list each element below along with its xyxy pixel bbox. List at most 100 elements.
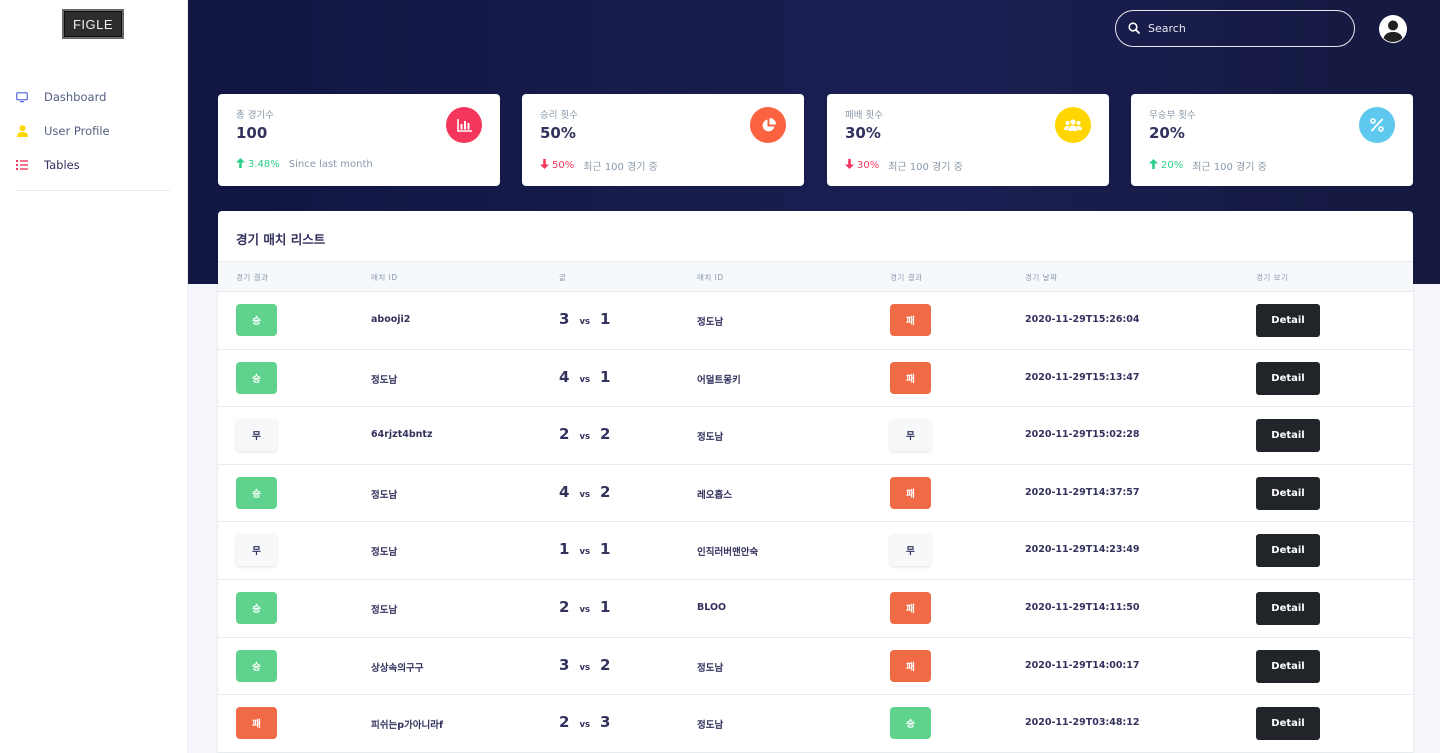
result-badge: 승 bbox=[236, 361, 277, 394]
sidebar-item-tables[interactable]: Tables bbox=[0, 148, 188, 182]
column-header: 매치 ID bbox=[371, 273, 398, 282]
result-badge: 승 bbox=[236, 649, 277, 682]
percent-icon bbox=[1359, 107, 1395, 143]
search-icon bbox=[1128, 19, 1140, 38]
goals-home: 4 bbox=[559, 367, 570, 386]
sidebar-item-label: User Profile bbox=[44, 124, 110, 138]
player-id: 피쉬는p가아니라f bbox=[371, 720, 444, 732]
detail-button[interactable]: Detail bbox=[1256, 304, 1320, 337]
stat-card-total-matches: 총 경기수 100 3.48% Since last month bbox=[218, 94, 500, 186]
sidebar-item-user-profile[interactable]: User Profile bbox=[0, 114, 188, 148]
detail-button[interactable]: Detail bbox=[1256, 476, 1320, 510]
detail-button[interactable]: Detail bbox=[1256, 649, 1320, 683]
arrow-up-icon bbox=[1149, 159, 1158, 172]
player-id: 상상속의구구 bbox=[371, 662, 424, 674]
match-date: 2020-11-29T15:02:28 bbox=[1025, 429, 1140, 441]
stat-title: 승리 횟수 bbox=[540, 110, 578, 121]
goals-away: 2 bbox=[600, 482, 611, 501]
table-row: 승 정도남 4 vs 2 레오홉스 패 2020-11-29T14:37:57 Detail bbox=[218, 465, 1413, 523]
goals-away: 2 bbox=[600, 425, 611, 444]
detail-button[interactable]: Detail bbox=[1256, 361, 1320, 395]
detail-button[interactable]: Detail bbox=[1256, 534, 1320, 568]
goals-away: 1 bbox=[600, 540, 611, 559]
goals-home: 3 bbox=[559, 655, 570, 674]
logo[interactable]: FIGLE bbox=[62, 9, 124, 39]
opponent-id: 정도남 bbox=[697, 317, 724, 328]
result-badge: 패 bbox=[236, 707, 277, 740]
match-table-card: 경기 매치 리스트 경기 결과 매치 ID 골 매치 ID 경기 결과 경기 날… bbox=[218, 211, 1413, 753]
goals-away: 1 bbox=[600, 310, 611, 328]
detail-button[interactable]: Detail bbox=[1256, 592, 1320, 625]
match-date: 2020-11-29T15:13:47 bbox=[1025, 371, 1140, 383]
goals-away: 3 bbox=[600, 713, 611, 732]
table-row: 승 abooji2 3 vs 1 정도남 패 2020-11-29T15:26:04 Detai… bbox=[218, 292, 1413, 350]
result-badge: 승 bbox=[236, 476, 277, 509]
goals-home: 3 bbox=[559, 310, 570, 328]
goals-home: 4 bbox=[559, 482, 570, 501]
player-id: 정도남 bbox=[371, 489, 398, 501]
column-header: 경기 날짜 bbox=[1025, 273, 1058, 282]
goals-home: 2 bbox=[559, 598, 570, 616]
vs-label: vs bbox=[579, 662, 591, 673]
result-badge: 무 bbox=[890, 419, 931, 452]
stat-note: 최근 100 경기 중 bbox=[1192, 162, 1267, 173]
user-avatar-icon bbox=[1380, 16, 1406, 42]
match-date: 2020-11-29T14:11:50 bbox=[1025, 602, 1140, 613]
result-badge: 무 bbox=[236, 419, 277, 452]
monitor-icon bbox=[16, 91, 28, 103]
stat-card-draws: 무승부 횟수 20% 20% 최근 100 경기 중 bbox=[1131, 94, 1413, 186]
stat-card-losses: 패배 횟수 30% 30% 최근 100 경기 중 bbox=[827, 94, 1109, 186]
detail-button[interactable]: Detail bbox=[1256, 419, 1320, 453]
vs-label: vs bbox=[579, 489, 591, 500]
sidebar-item-label: Dashboard bbox=[44, 90, 107, 104]
stat-value: 30% bbox=[845, 124, 881, 142]
goals-home: 2 bbox=[559, 713, 570, 732]
opponent-id: 어덜트몽키 bbox=[697, 374, 741, 386]
result-badge: 패 bbox=[890, 304, 931, 336]
opponent-id: 정도남 bbox=[697, 720, 724, 732]
table-row: 무 64rjzt4bntz 2 vs 2 정도남 무 2020-11-29T15:02:28 D… bbox=[218, 407, 1413, 465]
opponent-id: 레오홉스 bbox=[697, 489, 732, 501]
vs-label: vs bbox=[579, 605, 591, 615]
opponent-id: BLOO bbox=[697, 602, 727, 613]
result-badge: 패 bbox=[890, 476, 931, 509]
avatar[interactable] bbox=[1379, 15, 1407, 43]
stat-footer: 20% 최근 100 경기 중 bbox=[1149, 158, 1267, 173]
result-badge: 패 bbox=[890, 649, 931, 682]
column-header: 매치 ID bbox=[697, 273, 724, 282]
stat-value: 50% bbox=[540, 124, 576, 142]
result-badge: 승 bbox=[236, 304, 277, 336]
column-header: 경기 보기 bbox=[1256, 273, 1289, 282]
vs-label: vs bbox=[579, 374, 591, 385]
stat-footer: 50% 최근 100 경기 중 bbox=[540, 158, 658, 173]
score: 1 vs 1 bbox=[559, 540, 610, 558]
goals-home: 1 bbox=[559, 540, 570, 559]
opponent-id: 정도남 bbox=[697, 662, 724, 674]
pie-chart-icon bbox=[750, 107, 786, 143]
goals-home: 2 bbox=[559, 425, 570, 444]
sidebar-item-dashboard[interactable]: Dashboard bbox=[0, 80, 188, 114]
users-icon bbox=[1055, 107, 1091, 143]
stat-footer: 30% 최근 100 경기 중 bbox=[845, 158, 963, 173]
vs-label: vs bbox=[579, 432, 591, 443]
arrow-down-icon bbox=[540, 159, 549, 172]
search-input[interactable] bbox=[1148, 22, 1338, 35]
result-badge: 승 bbox=[890, 707, 931, 740]
table-row: 무 정도남 1 vs 1 인직러버맨안숙 무 2020-11-29T14:23:49 Detai… bbox=[218, 522, 1413, 580]
vs-label: vs bbox=[579, 317, 591, 327]
result-badge: 무 bbox=[236, 534, 277, 567]
score: 4 vs 2 bbox=[559, 483, 610, 501]
sidebar-nav: Dashboard User Profile Tables bbox=[0, 80, 188, 182]
stat-note: 최근 100 경기 중 bbox=[583, 162, 658, 173]
stat-note: 최근 100 경기 중 bbox=[888, 162, 963, 173]
detail-button[interactable]: Detail bbox=[1256, 707, 1320, 741]
search-box[interactable] bbox=[1115, 10, 1355, 47]
player-id: 정도남 bbox=[371, 374, 398, 386]
stat-note: Since last month bbox=[288, 159, 373, 170]
result-badge: 패 bbox=[890, 592, 931, 624]
sidebar-divider bbox=[16, 190, 170, 191]
vs-label: vs bbox=[579, 720, 591, 731]
score: 2 vs 2 bbox=[559, 425, 610, 443]
score: 4 vs 1 bbox=[559, 368, 610, 386]
result-badge: 승 bbox=[236, 592, 277, 624]
